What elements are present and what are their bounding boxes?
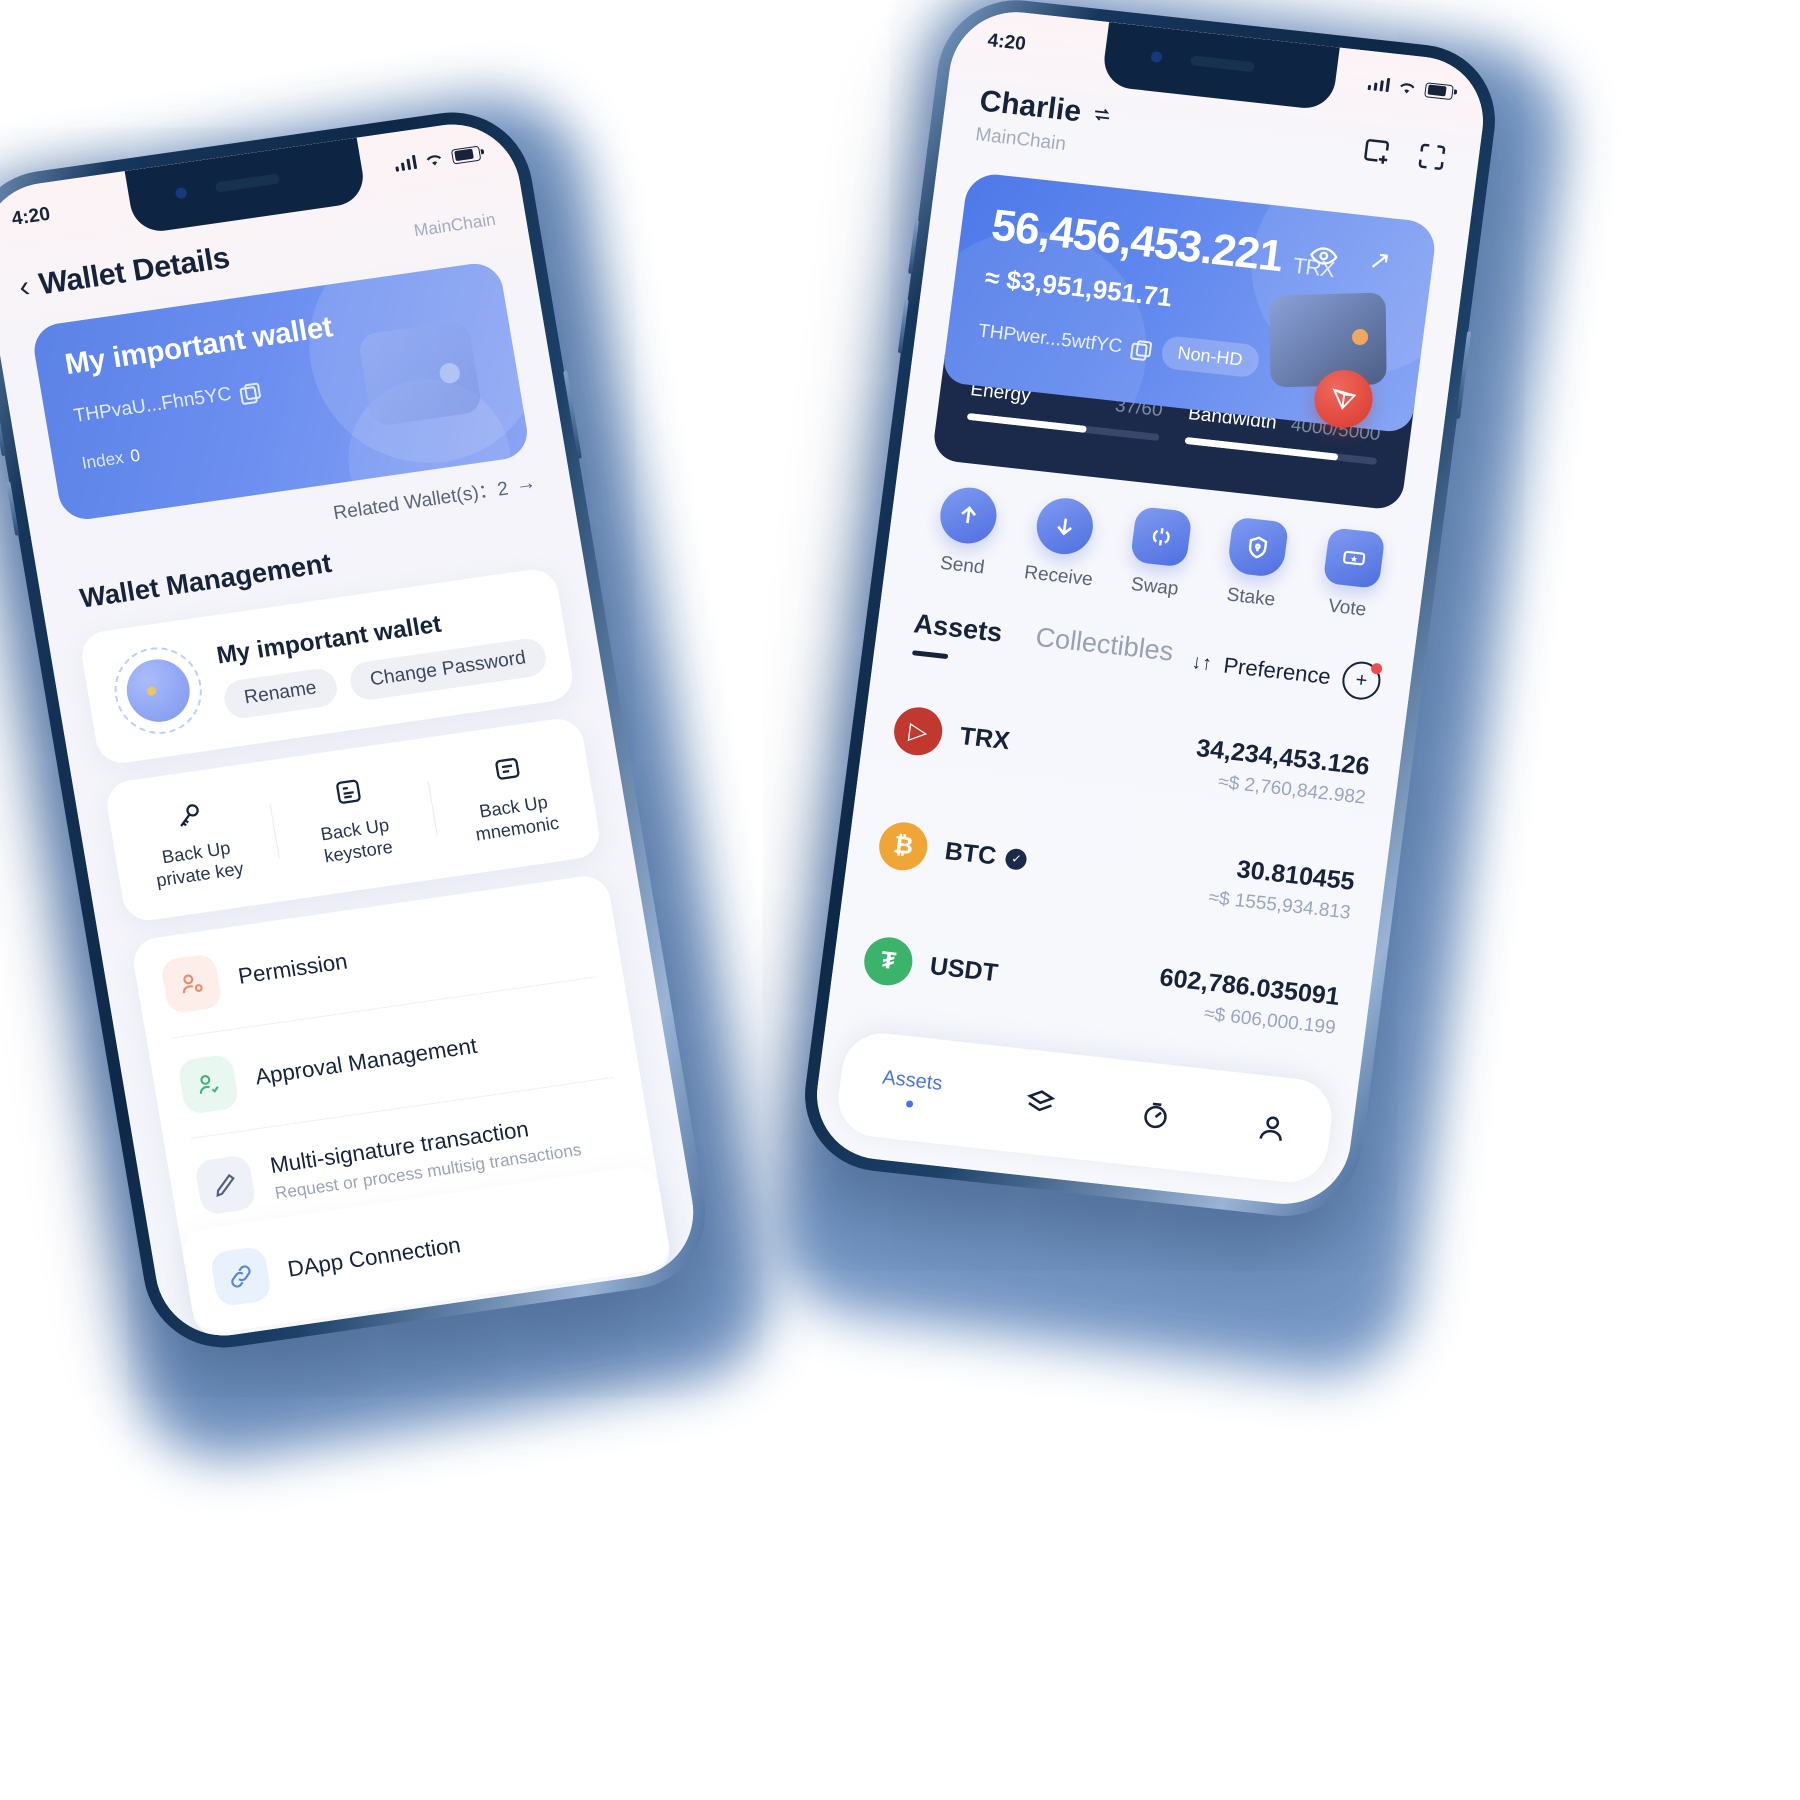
rename-button[interactable]: Rename — [221, 666, 340, 721]
scan-qr-icon[interactable] — [1413, 139, 1450, 175]
battery-icon-right — [1424, 81, 1454, 100]
switch-account-icon — [1094, 109, 1109, 121]
wallet-address: THPvaU...Fhn5YC — [72, 383, 234, 428]
arrow-right-icon: → — [513, 471, 538, 497]
tabbar-item-explore[interactable] — [1137, 1097, 1175, 1134]
coin-icon-trx: ▷ — [891, 704, 946, 758]
keystore-file-icon — [336, 779, 361, 804]
swap-icon — [1152, 528, 1170, 546]
quick-actions: Send Receive Swap Stake Vote — [913, 482, 1406, 624]
preference-label: Preference — [1222, 652, 1333, 690]
notch-right — [1100, 22, 1340, 112]
arrow-up-icon — [961, 506, 977, 524]
preference-control[interactable]: ↓↑ Preference + — [1189, 643, 1383, 702]
link-icon — [209, 1245, 273, 1308]
coin-icon-usdt: ₮ — [861, 934, 916, 988]
backup-keystore-button[interactable]: Back Up keystore — [267, 765, 440, 875]
key-icon — [180, 803, 200, 827]
quick-action-vote[interactable]: Vote — [1298, 525, 1406, 625]
tabbar-active-dot — [905, 1100, 914, 1108]
status-time-right: 4:20 — [986, 29, 1027, 55]
quick-action-receive-label: Receive — [1023, 562, 1094, 591]
status-time: 4:20 — [10, 203, 52, 230]
earpiece-speaker-icon — [214, 173, 281, 193]
menu-label-permission: Permission — [236, 948, 350, 989]
scene: 4:20 ‹ Wallet Details MainChain My impor… — [0, 0, 1800, 1800]
profile-tab-icon — [1259, 1116, 1282, 1141]
front-camera-icon — [174, 186, 188, 200]
earpiece-speaker-icon-right — [1190, 55, 1256, 73]
explore-tab-icon — [1144, 1102, 1167, 1129]
related-wallets-label: Related Wallet(s)：2 — [331, 478, 510, 525]
quick-action-swap-label: Swap — [1129, 573, 1180, 600]
asset-symbol: TRX — [958, 721, 1012, 755]
backup-private-key-label: Back Up private key — [154, 837, 246, 891]
backup-private-key-button[interactable]: Back Up private key — [108, 788, 281, 898]
tabbar-item-assets[interactable]: Assets — [879, 1066, 944, 1110]
shield-lock-icon — [1248, 536, 1268, 559]
quick-action-receive[interactable]: Receive — [1009, 493, 1117, 593]
menu-label-dapp-connection: DApp Connection — [285, 1231, 463, 1282]
add-wallet-icon[interactable] — [1359, 133, 1396, 169]
chevron-left-icon[interactable]: ‹ — [17, 270, 33, 304]
coin-icon-btc: ₿ — [876, 819, 931, 873]
tabbar-assets-label: Assets — [881, 1066, 944, 1095]
tabbar-item-profile[interactable] — [1253, 1110, 1291, 1147]
ticket-star-icon — [1342, 550, 1365, 566]
layers-tab-icon — [1026, 1090, 1055, 1112]
eye-icon[interactable] — [1307, 239, 1341, 272]
wifi-icon-right — [1400, 82, 1415, 93]
pencil-icon — [193, 1154, 257, 1216]
permission-user-icon — [159, 952, 223, 1015]
backup-keystore-label: Back Up keystore — [319, 814, 395, 867]
menu-label-approval-management: Approval Management — [253, 1032, 479, 1090]
wallet-index-label: Index — [80, 447, 126, 473]
quick-action-send[interactable]: Send — [913, 482, 1021, 582]
wallet-avatar-icon[interactable] — [107, 641, 209, 740]
front-camera-icon-right — [1150, 50, 1163, 64]
wallet-type-badge: Non-HD — [1159, 334, 1261, 379]
wallet-3d-icon — [357, 319, 483, 428]
tab-assets[interactable]: Assets — [912, 608, 1004, 648]
asset-symbol: BTC ✓ — [943, 837, 1029, 875]
quick-action-swap[interactable]: Swap — [1105, 504, 1213, 604]
add-token-icon[interactable]: + — [1340, 659, 1383, 702]
approval-user-check-icon — [176, 1053, 240, 1116]
tab-collectibles[interactable]: Collectibles — [1034, 622, 1175, 668]
cellular-bars-icon-right — [1367, 76, 1391, 93]
wallet-index-value: 0 — [128, 445, 142, 466]
asset-symbol: USDT — [928, 951, 1000, 987]
tabbar-item-layers[interactable] — [1021, 1084, 1059, 1121]
sort-arrows-icon[interactable]: ↓↑ — [1190, 650, 1213, 675]
verified-badge-icon: ✓ — [1004, 847, 1029, 871]
account-name: Charlie — [977, 84, 1084, 129]
backup-mnemonic-label: Back Up mnemonic — [474, 791, 561, 845]
quick-action-send-label: Send — [938, 552, 986, 579]
quick-action-stake-label: Stake — [1225, 584, 1277, 611]
volume-up-button[interactable] — [0, 401, 6, 457]
chain-label: MainChain — [412, 209, 497, 241]
battery-icon — [450, 145, 482, 165]
page-title: Wallet Details — [36, 241, 232, 302]
quick-action-vote-label: Vote — [1326, 595, 1368, 621]
quick-action-stake[interactable]: Stake — [1201, 514, 1309, 614]
cellular-bars-icon — [394, 154, 418, 172]
wifi-icon — [426, 154, 441, 165]
mnemonic-doc-icon — [494, 757, 520, 780]
arrow-down-icon — [1057, 518, 1073, 536]
copy-icon-right[interactable] — [1130, 339, 1149, 358]
copy-icon[interactable] — [239, 382, 259, 401]
content-tabs: Assets Collectibles — [912, 608, 1175, 667]
arrow-up-right-icon[interactable]: ↗ — [1367, 244, 1393, 277]
backup-mnemonic-button[interactable]: Back Up mnemonic — [425, 742, 598, 852]
